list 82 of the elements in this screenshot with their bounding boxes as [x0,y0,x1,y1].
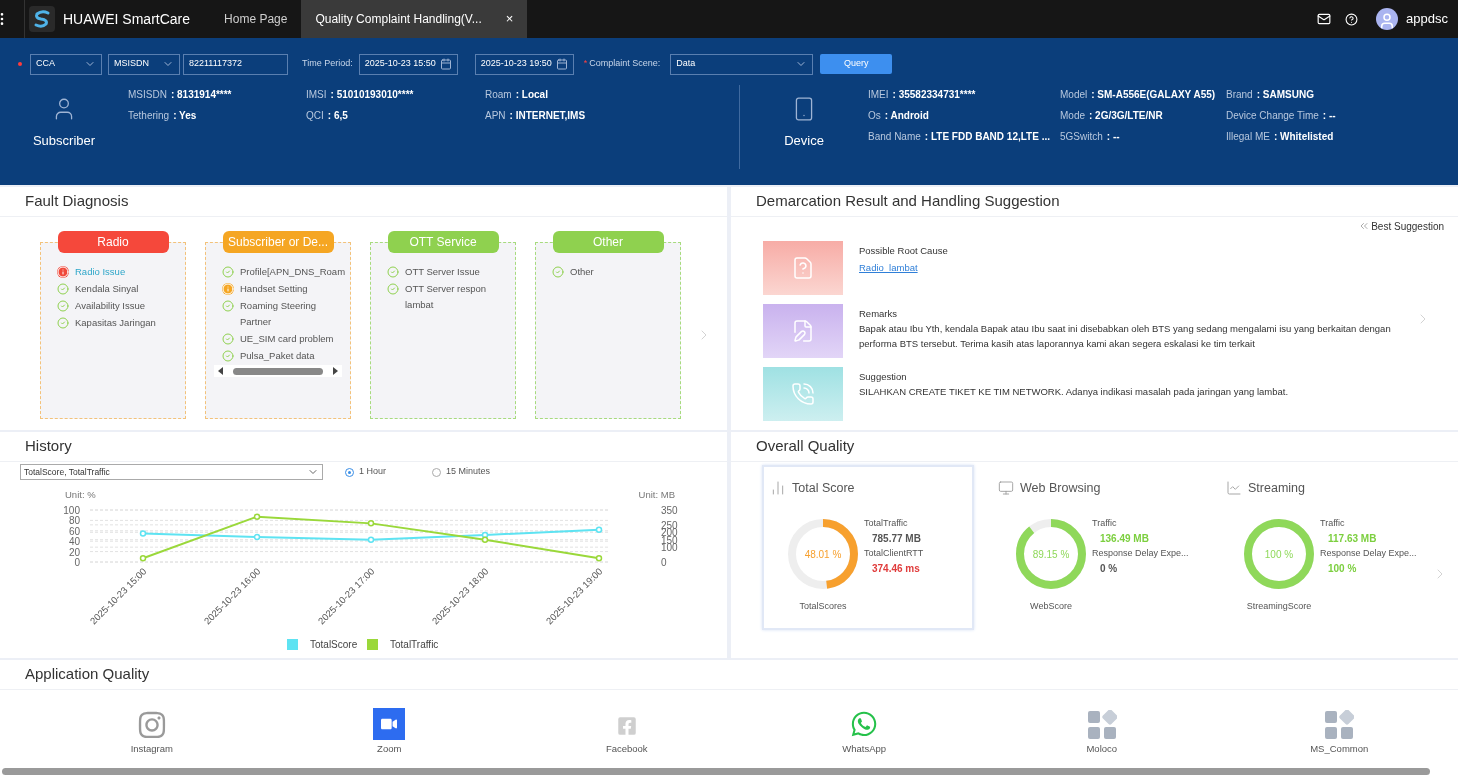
card-title: Web Browsing [1020,480,1101,497]
row-text: Bapak atau Ibu Yth, kendala Bapak atau Ibu saat ini disebabkan oleh BTS yang sedang mengalami isu yang berkaitan dengan performa BTS tersebut. Terima kasih atas laporannya kami akan segera eskalasi ke tim terkait [859,322,1392,351]
field-label: Band Name [868,130,921,144]
field-value: : 2G/3G/LTE/NR [1089,109,1163,123]
field-value: : Yes [173,109,197,123]
field-label: Mode [1060,109,1085,123]
tab-label: Quality Complaint Handling(V... [315,11,482,28]
field-value: : 6,5 [327,109,348,123]
field-label: APN [485,109,506,123]
card-title: Streaming [1248,480,1305,497]
field-label: Os [868,109,881,123]
metric-value: 374.46 ms [872,561,920,576]
complaint-scene-label: Complaint Scene: [589,57,661,71]
metric-label: Response Delay Expe... [1320,546,1417,560]
field-value: : -- [1106,130,1120,144]
field-label: IMEI [868,88,889,102]
metric-value: 785.77 MB [872,531,921,546]
metric-label: Response Delay Expe... [1092,546,1189,560]
field-value: : Whitelisted [1273,130,1334,144]
block-title: Subscriber [32,132,96,150]
score-label: WebScore [1030,599,1072,613]
field-label: QCI [306,109,324,123]
field-label: 5GSwitch [1060,130,1103,144]
field-label: Model [1060,88,1088,102]
field-value: : -- [1322,109,1336,123]
axis-tick: 80 [68,515,80,527]
score-value: 100 % [1264,548,1294,560]
row-title: Remarks [859,307,898,321]
card-title: Total Score [792,480,855,497]
axis-tick: 20 [68,546,80,558]
required-mark: * [583,57,588,71]
panel-title: Fault Diagnosis [25,190,129,211]
axis-tick: 40 [68,536,80,548]
metric-value: 0 % [1100,561,1118,576]
panel-title: Demarcation Result and Handling Suggestion [756,190,1060,211]
axis-unit: Unit: % [65,489,96,500]
panel-title: Application Quality [25,663,150,684]
field-value: : 8131914**** [170,88,232,102]
field-label: Roam [485,88,512,102]
metric-value: 100 % [1328,561,1357,576]
app-title: HUAWEI SmartCare [63,9,191,29]
score-value: 89.15 % [1032,548,1070,560]
metric-label: TotalTraffic [864,516,909,530]
axis-tick: 0 [74,557,80,568]
field-value: : SM-A556E(GALAXY A55) [1091,88,1216,102]
axis-tick: 0 [661,557,667,568]
field-value: : INTERNET,IMS [509,109,586,123]
tab-label: Home Page [224,11,288,28]
row-title: Possible Root Cause [859,244,948,258]
metric-label: Traffic [1320,516,1346,530]
field-label: Illegal ME [1226,130,1270,144]
metric-label: TotalClientRTT [864,546,924,560]
block-title: Device [784,132,824,150]
metric-value: 136.49 MB [1100,531,1149,546]
field-label: Brand [1226,88,1253,102]
field-value: : LTE FDD BAND 12,LTE ... [924,130,1050,144]
axis-tick: 100 [661,542,678,554]
field-label: MSISDN [128,88,167,102]
score-label: TotalScores [799,599,847,613]
score-label: StreamingScore [1246,599,1312,613]
panel-title: Overall Quality [756,435,855,456]
field-label: Tethering [128,109,170,123]
field-label: IMSI [306,88,327,102]
row-text: SILAHKAN CREATE TIKET KE TIM NETWORK. Adanya indikasi masalah pada jaringan yang lambat. [859,385,1289,399]
panel-title: History [25,435,72,456]
field-value: : 51010193010**** [330,88,414,102]
metric-label: Traffic [1092,516,1118,530]
field-value: : 35582334731**** [892,88,976,102]
radio-label: 1 Hour [359,465,386,479]
field-value: : Local [515,88,548,102]
radio-label: 15 Minutes [446,465,491,479]
row-title: Suggestion [859,370,908,384]
axis-tick: 60 [68,525,80,537]
axis-tick: 350 [661,505,678,516]
time-period-label: Time Period: [302,57,353,71]
metric-value: 117.63 MB [1328,531,1377,546]
field-value: : SAMSUNG [1256,88,1314,102]
axis-tick: 100 [63,505,80,516]
score-value: 48.01 % [804,548,842,560]
axis-unit: Unit: MB [638,489,675,500]
field-value: : Android [884,109,929,123]
field-label: Device Change Time [1226,109,1319,123]
